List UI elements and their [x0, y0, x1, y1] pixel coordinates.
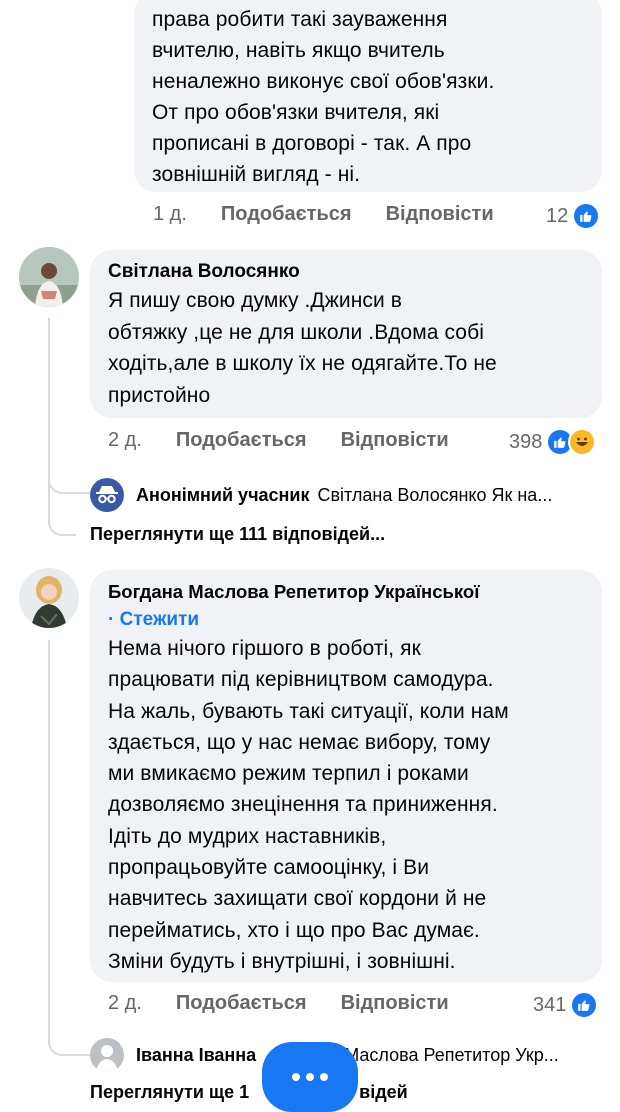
comment-actions-1: 1 д. Подобається Відповісти: [153, 203, 528, 226]
comment-time: 2 д.: [108, 992, 142, 1014]
avatar[interactable]: [19, 568, 79, 628]
comment-bubble-2: Світлана Волосянко Я пишу свою думку .Дж…: [90, 250, 602, 418]
comment-bubble-3: Богдана Маслова Репетитор Української · …: [90, 570, 602, 982]
comment-bubble-1: права робити такі зауваження вчителю, на…: [134, 0, 602, 192]
view-more-text: Переглянути ще 1: [90, 1082, 250, 1102]
reply-author: Анонімний учасник: [136, 484, 310, 505]
like-button[interactable]: Подобається: [176, 992, 307, 1015]
reply-button[interactable]: Відповісти: [386, 203, 494, 226]
comment-author[interactable]: Богдана Маслова Репетитор Української: [108, 578, 584, 605]
view-more-tail: відей: [359, 1082, 408, 1102]
reply-text: Світлана Волосянко Як на...: [317, 484, 553, 505]
like-button[interactable]: Подобається: [221, 203, 352, 226]
comment-text: Я пишу свою думку .Джинси в обтяжку ,це …: [108, 289, 497, 407]
avatar: [90, 1038, 124, 1072]
reaction-count: 341: [533, 993, 567, 1016]
haha-icon: [568, 428, 597, 456]
reaction-summary-3[interactable]: 341: [533, 991, 599, 1019]
reply-connector: [48, 468, 90, 494]
follow-link[interactable]: · Стежити: [108, 609, 584, 631]
reaction-count: 12: [546, 204, 569, 227]
reply-text: Маслова Репетитор Укр...: [344, 1044, 559, 1065]
reply-button[interactable]: Відповісти: [341, 429, 449, 452]
comment-text: Нема нічого гіршого в роботі, як працюва…: [108, 637, 509, 973]
view-more-replies-link[interactable]: Переглянути ще 1 відей: [90, 1082, 408, 1103]
more-connector: [48, 508, 76, 536]
anonymous-avatar-icon: [90, 478, 124, 512]
reaction-summary-1[interactable]: 12: [546, 202, 601, 230]
reaction-count: 398: [509, 430, 543, 453]
like-button[interactable]: Подобається: [176, 429, 307, 452]
reply-preview[interactable]: Анонімний учасник Світлана Волосянко Як …: [90, 478, 552, 512]
thumbs-up-icon: [572, 202, 601, 230]
reply-author: Іванна Іванна: [136, 1044, 257, 1065]
avatar[interactable]: [19, 247, 79, 307]
reply-connector: [48, 1030, 90, 1056]
comment-time: 1 д.: [153, 203, 187, 225]
thread-line: [48, 640, 50, 1035]
comment-text: права робити такі зауваження вчителю, на…: [152, 8, 495, 186]
comment-time: 2 д.: [108, 429, 142, 451]
reaction-summary-2[interactable]: 398: [509, 428, 597, 456]
comment-actions-2: 2 д. Подобається Відповісти: [108, 429, 483, 452]
view-more-replies-link[interactable]: Переглянути ще 111 відповідей...: [90, 524, 385, 545]
comment-actions-3: 2 д. Подобається Відповісти: [108, 992, 483, 1015]
comment-author[interactable]: Світлана Волосянко: [108, 258, 584, 285]
more-dots-icon[interactable]: [262, 1042, 358, 1112]
thumbs-up-icon: [570, 991, 599, 1019]
reply-button[interactable]: Відповісти: [341, 992, 449, 1015]
